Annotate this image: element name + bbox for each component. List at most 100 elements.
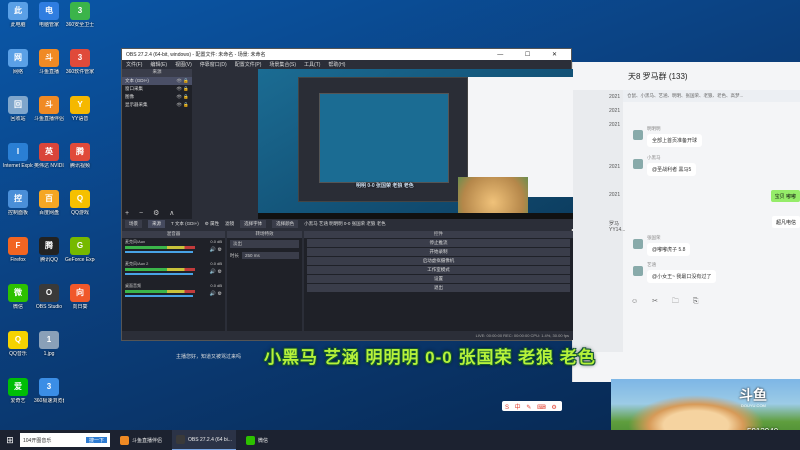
control-button[interactable]: 停止推流 — [307, 239, 570, 247]
desktop-icon[interactable]: 3 360软件管家 — [65, 49, 95, 75]
desktop-icon[interactable]: 英英伟达 NVIDIA — [34, 143, 64, 169]
taskbar-item[interactable]: OBS 27.2.4 (64 bi... — [172, 430, 236, 450]
taskbar-item-label: 斗鱼直播伴侣 — [132, 437, 163, 444]
douyu-icon: 斗 — [39, 49, 59, 67]
taskbar-item[interactable]: 斗鱼直播伴侣 — [116, 430, 166, 450]
menu-item[interactable]: 文件(F) — [126, 61, 142, 68]
chat-list-item[interactable] — [573, 132, 623, 146]
chat-window[interactable]: 2021 2021 2021 2021 2021 罗马YY14... 天8 罗马群 (13… — [572, 62, 800, 382]
desktop-icon[interactable]: O OBS Studio — [34, 284, 64, 310]
sources-header: 来源 — [122, 69, 192, 77]
source-tools[interactable]: + − ⚙ ∧ ∨ — [122, 209, 192, 225]
desktop-icon[interactable]: 斗斗鱼直播 — [34, 49, 64, 75]
transitions-panel: 转场特效 淡出 时长 250 ms — [227, 231, 302, 331]
nvidia-icon: G — [70, 237, 90, 255]
desktop-icon[interactable]: G GeForce Experience — [65, 237, 95, 263]
desktop-icon[interactable]: 控控制面板 — [3, 190, 33, 216]
taskbar-item[interactable]: 微信 — [242, 430, 272, 450]
control-button[interactable]: 设置 — [307, 275, 570, 283]
chat-list-item[interactable]: 2021 — [573, 160, 623, 174]
windows-start-icon[interactable]: ⊞ — [0, 435, 20, 446]
desktop-icon[interactable]: 3 360安全卫士 — [65, 2, 95, 28]
desktop-icon[interactable]: 腾腾讯QQ — [34, 237, 64, 263]
tab-scenes[interactable]: 场景 — [125, 220, 142, 228]
chat-bubble-self: 超凡电信 — [771, 216, 800, 228]
chat-list-item[interactable]: 罗马YY14... — [573, 216, 625, 233]
desktop-icon[interactable]: 爱爱奇艺 — [3, 378, 33, 404]
menu-item[interactable]: 帮助(H) — [328, 61, 345, 68]
eye-lock-icon[interactable]: 👁 🔒 — [176, 102, 189, 108]
menu-item[interactable]: 视图(V) — [175, 61, 192, 68]
control-button[interactable]: 工作室模式 — [307, 266, 570, 274]
chat-list-item[interactable]: 2021 — [573, 104, 623, 118]
obs-titlebar[interactable]: OBS 27.2.4 (64-bit, windows) - 配置文件: 未命名… — [122, 49, 571, 60]
desktop-icon[interactable]: 微微信 — [3, 284, 33, 310]
desktop-icon[interactable]: Q QQ音乐 — [3, 331, 33, 357]
desktop-icon[interactable]: F Firefox — [3, 237, 33, 263]
volume-slider[interactable] — [125, 251, 193, 253]
source-item[interactable]: 图像 👁 🔒 — [122, 93, 192, 101]
volume-slider[interactable] — [125, 273, 193, 275]
menu-item[interactable]: 编辑(E) — [150, 61, 167, 68]
search-button[interactable]: 搜一下 — [85, 437, 107, 444]
desktop-icon[interactable]: 向向日葵 — [65, 284, 95, 310]
chat-list-item[interactable]: 2021 — [573, 188, 623, 202]
desktop-icon[interactable]: 1 1.jpg — [34, 331, 64, 357]
control-button[interactable]: 开始录制 — [307, 248, 570, 256]
desktop-icon[interactable]: 此此电脑 — [3, 2, 33, 28]
select-color-button[interactable]: 选择颜色 — [272, 220, 299, 228]
taskbar-search[interactable]: 104开图音乐 搜一下 — [20, 433, 110, 447]
speaker-gear-icon[interactable]: 🔊 ⚙ — [210, 291, 222, 297]
obs-window[interactable]: OBS 27.2.4 (64-bit, windows) - 配置文件: 未命名… — [121, 48, 573, 341]
transition-select[interactable]: 淡出 — [230, 240, 299, 248]
menu-item[interactable]: 场景集合(S) — [269, 61, 296, 68]
chat-toolbar[interactable]: ☺ ✂ 🗀 ⎘ — [631, 297, 704, 308]
duration-input[interactable]: 250 ms — [242, 252, 299, 259]
desktop-icon[interactable]: Q QQ游戏 — [65, 190, 95, 216]
chat-members-bar: 仓鼠、小黑马、艺涵、明明、张国荣、老狼、老色、高梦... — [623, 90, 800, 102]
chat-list-item[interactable] — [573, 202, 623, 216]
control-button[interactable]: 退出 — [307, 284, 570, 292]
avatar — [633, 266, 643, 276]
eye-lock-icon[interactable]: 👁 🔒 — [176, 78, 189, 84]
qq-icon: 腾 — [39, 237, 59, 255]
control-button[interactable]: 启动虚拟摄像机 — [307, 257, 570, 265]
duration-label: 时长 — [230, 252, 239, 258]
desktop-icon[interactable]: 回回收站 — [3, 96, 33, 122]
desktop-icon-label: Internet Explorer — [3, 163, 33, 169]
desktop-icon[interactable]: Y YY语音 — [65, 96, 95, 122]
source-item[interactable]: 窗口采集 👁 🔒 — [122, 85, 192, 93]
ime-toolbar[interactable]: S 中 ✎ ⌨ ⚙ — [502, 401, 562, 411]
desktop-icon[interactable]: 3 360极速浏览器 — [34, 378, 64, 404]
search-input[interactable]: 104开图音乐 — [23, 437, 51, 444]
desktop-icon[interactable]: 百百度网盘 — [34, 190, 64, 216]
desktop-icon-label: 电脑管家 — [38, 22, 59, 28]
chat-list-item[interactable] — [573, 174, 623, 188]
desktop-icon[interactable]: 网网络 — [3, 49, 33, 75]
source-item[interactable]: 显示器采集 👁 🔒 — [122, 101, 192, 109]
desktop-icon[interactable]: 腾腾讯视频 — [65, 143, 95, 169]
desktop-icon[interactable]: I Internet Explorer — [3, 143, 33, 169]
controls-header: 控件 — [304, 231, 573, 238]
filters-button[interactable]: 滤镜 — [225, 221, 234, 227]
volume-slider[interactable] — [125, 295, 193, 297]
menu-item[interactable]: 工具(T) — [304, 61, 320, 68]
window-controls[interactable]: — ☐ ✕ — [497, 51, 567, 58]
chat-list-item[interactable]: 2021 — [573, 90, 623, 104]
desktop-icon[interactable]: 斗斗鱼直播伴侣 — [34, 96, 64, 122]
desktop-icon[interactable]: 电电脑管家 — [34, 2, 64, 28]
menu-item[interactable]: 配置文件(P) — [235, 61, 262, 68]
chat-list-item[interactable]: 2021 — [573, 118, 623, 132]
eye-lock-icon[interactable]: 👁 🔒 — [176, 86, 189, 92]
eye-lock-icon[interactable]: 👁 🔒 — [176, 94, 189, 100]
chat-list-item[interactable] — [573, 146, 623, 160]
select-font-button[interactable]: 选择字体 — [240, 220, 267, 228]
properties-button[interactable]: ⚙ 属性 — [205, 221, 219, 227]
tab-sources[interactable]: 来源 — [148, 220, 165, 228]
source-item[interactable]: 文本 (GDI+) 👁 🔒 — [122, 77, 192, 85]
obs-preview[interactable]: 明明 0-0 张国荣 老狼 老色 — [258, 69, 573, 219]
menu-item[interactable]: 停靠窗口(D) — [200, 61, 227, 68]
speaker-gear-icon[interactable]: 🔊 ⚙ — [210, 247, 222, 253]
controls-panel: 控件 停止推流 开始录制 启动虚拟摄像机 工作室模式 设置 退出 — [304, 231, 573, 331]
speaker-gear-icon[interactable]: 🔊 ⚙ — [210, 269, 222, 275]
